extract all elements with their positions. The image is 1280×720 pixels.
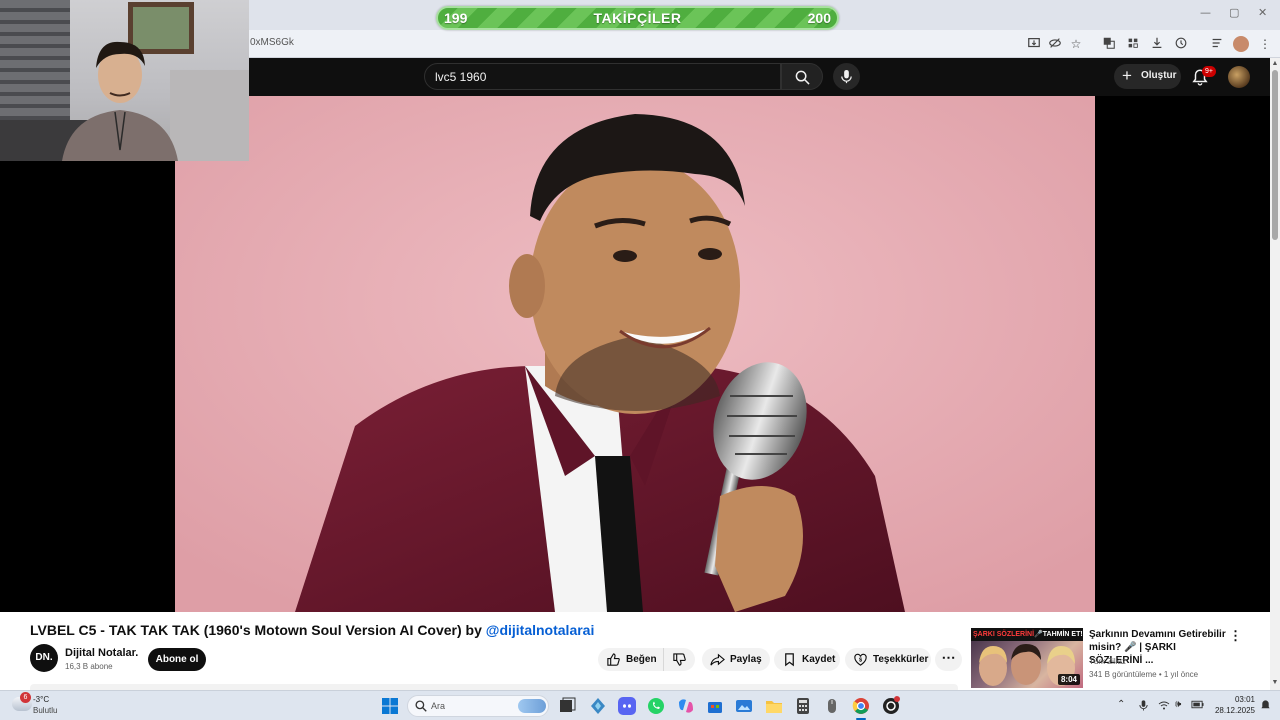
follower-goal-bar: 199 TAKİPÇİLER 200 [436,6,839,30]
video-player[interactable] [0,96,1270,612]
save-button[interactable]: Kaydet [774,648,840,671]
share-label: Paylaş [730,654,762,665]
create-button[interactable]: + Oluştur [1114,64,1181,89]
store-icon[interactable] [705,696,725,716]
video-frame[interactable] [175,96,1095,612]
more-actions-button[interactable]: ⋯ [935,648,962,671]
chrome-icon[interactable] [851,696,871,716]
profile-avatar-icon[interactable] [1233,36,1249,52]
windows-start-icon[interactable] [380,696,400,716]
taskbar-search-placeholder: Ara [431,701,446,711]
taskbar-search-box[interactable]: Ara [407,695,549,717]
wifi-icon[interactable] [1158,699,1170,711]
obs-app-icon[interactable] [881,696,901,716]
search-button[interactable] [781,63,823,90]
notification-center-icon[interactable] [1260,699,1271,711]
follower-target: 200 [807,10,831,26]
discord-icon[interactable] [617,696,637,716]
channel-avatar[interactable]: DN. [30,644,58,672]
tracking-protection-icon[interactable] [1047,36,1063,52]
mouse-app-icon[interactable] [822,696,842,716]
account-avatar[interactable] [1228,66,1250,88]
channel-mention-link[interactable]: @dijitalnotalarai [486,622,595,638]
url-text[interactable]: 0xMS6Gk [250,37,294,48]
search-highlight-icon [518,699,546,713]
follower-goal-label: TAKİPÇİLER [593,10,682,26]
clock-date: 28.12.2025 [1214,706,1255,715]
video-title: LVBEL C5 - TAK TAK TAK (1960's Motown So… [30,622,594,638]
photos-app-icon[interactable] [734,696,754,716]
recommended-channel-name[interactable]: Türk Zillaz [1089,657,1126,666]
recommended-video-meta: 341 B görüntüleme • 1 yıl önce [1089,670,1199,679]
windows-taskbar: 6 -3°C Bulutlu Ara ⌃ 🕪 03:01 28.12.2025 [0,690,1280,720]
clock-time: 03:01 [1234,695,1255,704]
translate-icon[interactable] [1101,36,1117,52]
video-info-section: LVBEL C5 - TAK TAK TAK (1960's Motown So… [0,612,1270,690]
bookmark-icon [785,653,794,667]
bookmark-star-icon[interactable]: ☆ [1068,36,1084,52]
subscriber-count: 16,3 B abone [65,662,113,671]
singer-video-image [175,96,1095,612]
save-label: Kaydet [802,654,836,665]
history-icon[interactable] [1173,36,1189,52]
like-label: Beğen [626,654,657,665]
video-title-text: LVBEL C5 - TAK TAK TAK (1960's Motown So… [30,622,486,638]
microphone-icon [841,69,852,84]
dislike-button[interactable] [663,648,695,671]
extensions-grid-icon[interactable] [1125,36,1141,52]
streamer-webcam-overlay [0,0,249,161]
thanks-button[interactable]: $ Teşekkürler [845,648,931,671]
minimize-button[interactable]: — [1200,6,1211,19]
scroll-up-arrow-icon[interactable]: ▲ [1271,60,1279,68]
thumbs-down-icon [673,653,686,666]
copilot-icon[interactable] [676,696,696,716]
search-icon [415,700,427,712]
channel-name[interactable]: Dijital Notalar. [65,647,138,659]
voice-search-button[interactable] [833,63,860,90]
plus-icon: + [1122,66,1132,85]
task-view-icon[interactable] [557,696,577,716]
share-arrow-icon [710,653,725,666]
battery-icon[interactable] [1191,699,1204,710]
thanks-label: Teşekkürler [873,654,929,665]
subscribe-button[interactable]: Abone ol [148,648,206,671]
microphone-icon[interactable] [1138,699,1149,711]
weather-badge: 6 [20,692,31,703]
scroll-down-arrow-icon[interactable]: ▼ [1271,679,1279,687]
page-scrollbar[interactable]: ▲ ▼ [1270,58,1280,690]
kebab-menu-icon[interactable]: ⋮ [1257,36,1273,52]
volume-icon[interactable]: 🕪 [1175,699,1181,710]
maximize-button[interactable]: ▢ [1229,6,1239,19]
notification-badge: 9+ [1202,66,1216,77]
whatsapp-icon[interactable] [646,696,666,716]
recommended-video-thumbnail[interactable]: ŞARKI SÖZLERİNİ🎤TAHMİN ET! 8:04 [971,628,1083,688]
like-button[interactable]: Beğen [598,648,663,671]
system-clock[interactable]: 03:01 28.12.2025 [1207,694,1255,716]
widgets-app-icon[interactable] [588,696,608,716]
calculator-icon[interactable] [793,696,813,716]
reading-list-icon[interactable] [1209,36,1225,52]
install-app-icon[interactable] [1026,36,1042,52]
recommendation-menu-icon[interactable]: ⋮ [1229,628,1242,644]
scrollbar-thumb[interactable] [1272,70,1278,240]
download-icon[interactable] [1149,36,1165,52]
search-icon [795,70,810,85]
show-hidden-icons-icon[interactable]: ⌃ [1117,699,1125,710]
weather-condition[interactable]: Bulutlu [33,706,57,715]
share-button[interactable]: Paylaş [702,648,770,671]
file-explorer-icon[interactable] [764,696,784,716]
video-duration: 8:04 [1057,674,1080,685]
create-label: Oluştur [1141,70,1177,81]
search-input[interactable]: lvc5 1960 [424,63,781,90]
close-window-button[interactable]: ✕ [1258,6,1267,19]
super-thanks-icon: $ [854,653,867,666]
svg-text:$: $ [859,657,863,663]
temperature[interactable]: -3°C [33,695,49,704]
thumbs-up-icon [607,653,620,666]
streamer-webcam-image [0,0,249,161]
